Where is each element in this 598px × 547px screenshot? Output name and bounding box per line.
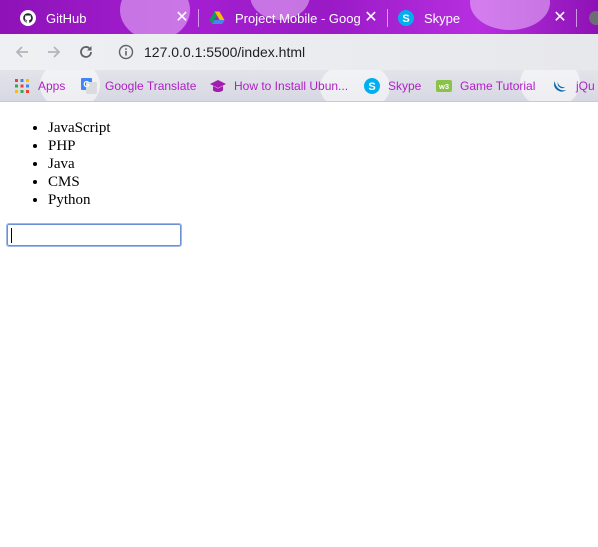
jquery-icon — [554, 81, 566, 92]
address-bar[interactable]: 127.0.0.1:5500/index.html — [108, 38, 598, 66]
info-icon[interactable] — [118, 44, 134, 60]
close-icon[interactable]: ✕ — [363, 10, 379, 26]
svg-text:w3: w3 — [438, 82, 449, 91]
forward-button[interactable] — [42, 40, 66, 64]
bookmark-google-translate[interactable]: G Google Translate — [81, 76, 196, 96]
svg-text:S: S — [402, 13, 409, 25]
close-icon[interactable]: ✕ — [552, 10, 568, 26]
skype-icon: S — [398, 10, 414, 26]
bookmark-label: How to Install Ubun... — [234, 79, 349, 93]
bookmark-jquery[interactable]: jQu — [552, 76, 595, 96]
tab-skype[interactable]: S Skype ✕ — [398, 2, 576, 34]
w3schools-icon: w3 — [436, 80, 452, 92]
bookmarks-bar: Apps G Google Translate How to Install U… — [0, 70, 598, 102]
back-button[interactable] — [10, 40, 34, 64]
url-text: 127.0.0.1:5500/index.html — [144, 44, 306, 60]
graduation-cap-icon — [210, 80, 226, 92]
page-content: JavaScript PHP Java CMS Python — [0, 103, 598, 547]
google-drive-icon — [209, 11, 225, 24]
list-item: CMS — [48, 173, 598, 191]
tab-title: GitHub — [46, 10, 87, 26]
list-item: PHP — [48, 137, 598, 155]
bookmark-skype[interactable]: S Skype — [364, 76, 421, 96]
bookmark-game-tutorial[interactable]: w3 Game Tutorial — [436, 76, 535, 96]
svg-text:G: G — [83, 80, 89, 89]
tab-title: Skype — [424, 10, 461, 26]
bookmark-label: jQu — [576, 79, 595, 93]
github-icon — [20, 10, 36, 26]
tab-github[interactable]: GitHub ✕ — [20, 2, 198, 34]
globe-icon[interactable] — [588, 10, 598, 26]
list-item: Java — [48, 155, 598, 173]
list-item: JavaScript — [48, 119, 598, 137]
bookmark-how-to-install[interactable]: How to Install Ubun... — [210, 76, 348, 96]
close-icon[interactable]: ✕ — [174, 10, 190, 26]
language-list: JavaScript PHP Java CMS Python — [0, 119, 598, 209]
tab-strip: GitHub ✕ Project Mobile - Google ✕ S Sky… — [0, 0, 598, 34]
bookmark-label: Game Tutorial — [460, 79, 536, 93]
text-cursor — [11, 228, 12, 243]
reload-button[interactable] — [74, 40, 98, 64]
reload-icon — [80, 46, 92, 58]
tab-separator — [576, 9, 577, 27]
text-input[interactable] — [6, 223, 182, 247]
tab-separator — [198, 9, 199, 27]
google-translate-icon: G — [81, 78, 97, 94]
arrow-left-icon — [15, 46, 28, 58]
tab-title: Project Mobile - Google — [235, 10, 361, 26]
bookmark-label: Skype — [388, 79, 422, 93]
apps-grid-icon — [15, 79, 29, 93]
svg-text:S: S — [368, 81, 375, 93]
bookmark-label: Apps — [38, 79, 66, 93]
tab-project-mobile[interactable]: Project Mobile - Google ✕ — [209, 2, 387, 34]
bookmark-label: Google Translate — [105, 79, 197, 93]
bookmark-apps[interactable]: Apps — [14, 76, 65, 96]
arrow-right-icon — [48, 46, 61, 58]
list-item: Python — [48, 191, 598, 209]
tab-separator — [387, 9, 388, 27]
skype-icon: S — [364, 78, 380, 94]
browser-toolbar: 127.0.0.1:5500/index.html — [0, 34, 598, 70]
